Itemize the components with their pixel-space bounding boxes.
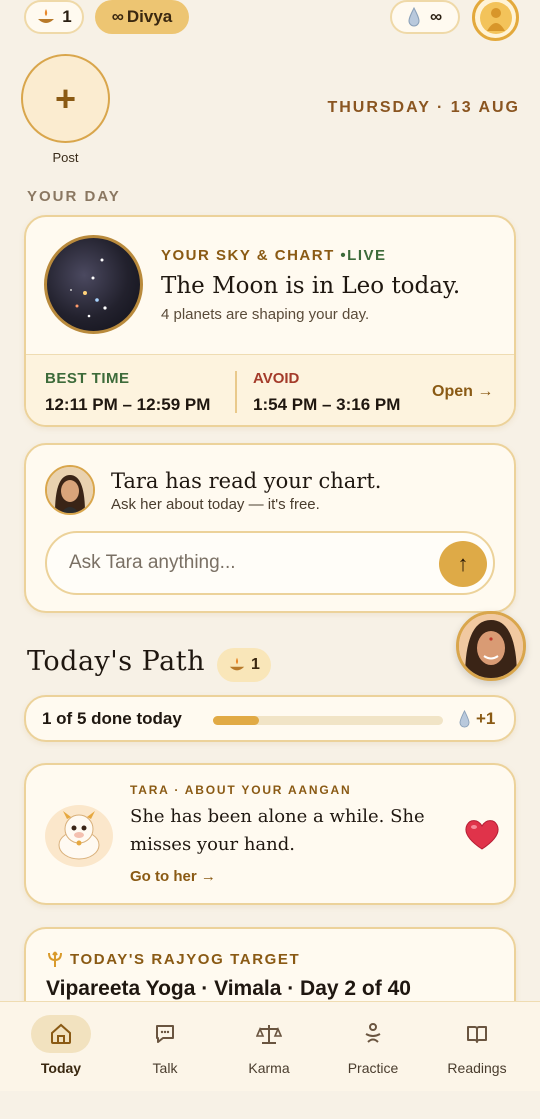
aangan-text: She has been alone a while. She misses y… [130, 806, 425, 855]
trident-icon [48, 951, 62, 967]
rajyog-title: Vipareeta Yoga · Vimala · Day 2 of 40 [46, 977, 411, 1000]
plan-pill[interactable]: ∞ Divya [95, 0, 189, 34]
chat-icon [156, 1025, 174, 1043]
nav-label: Karma [248, 1060, 290, 1076]
home-icon [51, 1023, 71, 1044]
path-diya-badge: 1 [217, 648, 271, 682]
nav-practice[interactable]: Practice [321, 1002, 425, 1092]
progress-label: 1 of 5 done today [42, 709, 182, 728]
tara-subtitle: Ask her about today — it's free. [111, 496, 320, 513]
aangan-card[interactable]: TARA · ABOUT YOUR AANGAN She has been al… [24, 763, 516, 905]
plus-icon: + [54, 77, 77, 119]
nav-readings[interactable]: Readings [425, 1002, 529, 1092]
heart-icon [465, 820, 499, 850]
meditation-icon [365, 1023, 381, 1043]
streak-pill[interactable]: 1 [24, 0, 84, 34]
sky-times-row: BEST TIME 12:11 PM – 12:59 PM AVOID 1:54… [26, 354, 514, 425]
send-button[interactable]: ↑ [439, 541, 487, 587]
nav-today[interactable]: Today [9, 1002, 113, 1092]
plan-label: Divya [126, 7, 173, 26]
progress-fill [213, 716, 259, 725]
tara-floating-avatar[interactable] [456, 611, 526, 681]
nav-label: Readings [447, 1060, 507, 1076]
times-divider [235, 371, 237, 413]
post-button[interactable]: + [21, 54, 110, 143]
gems-pill[interactable]: ∞ [390, 0, 460, 34]
book-icon [467, 1026, 487, 1043]
deity-icon [479, 1, 512, 34]
nav-label: Talk [152, 1060, 178, 1076]
gems-value: ∞ [429, 7, 443, 26]
sky-kicker-text: YOUR SKY & CHART [161, 247, 335, 264]
aangan-kicker: TARA · ABOUT YOUR AANGAN [130, 783, 352, 797]
sky-title: The Moon is in Leo today. [161, 273, 461, 299]
nav-readings-icon-wrap [447, 1015, 507, 1053]
avoid-label: AVOID [253, 370, 300, 387]
nav-today-icon-wrap [31, 1015, 91, 1053]
nav-karma-icon-wrap [239, 1015, 299, 1053]
path-badge-count: 1 [251, 656, 260, 673]
nav-talk-icon-wrap [135, 1015, 195, 1053]
ask-tara-placeholder: Ask Tara anything... [69, 552, 236, 573]
nav-label: Practice [347, 1060, 399, 1076]
go-to-her-link[interactable]: Go to her → [130, 868, 216, 885]
top-bar: 1 ∞ Divya ∞ [0, 0, 540, 41]
arrow-up-icon: ↑ [457, 551, 469, 576]
sky-chart-card[interactable]: YOUR SKY & CHART •LIVE The Moon is in Le… [24, 215, 516, 427]
best-time-value: 12:11 PM – 12:59 PM [45, 395, 211, 414]
system-nav-bar [0, 1091, 540, 1119]
progress-bar [213, 716, 443, 725]
infinity-icon: ∞ [111, 7, 124, 26]
tara-card: Tara has read your chart. Ask her about … [24, 443, 516, 613]
path-progress-card[interactable]: 1 of 5 done today +1 [24, 695, 516, 742]
open-chart-link[interactable]: Open → [432, 383, 493, 401]
nav-label: Today [40, 1060, 82, 1076]
sky-kicker: YOUR SKY & CHART •LIVE [161, 247, 387, 264]
progress-reward: +1 [459, 709, 495, 729]
tara-title: Tara has read your chart. [111, 469, 382, 493]
date-label: THURSDAY · 13 AUG [327, 99, 520, 116]
bottom-nav: Today Talk Karma Practice Readings [0, 1001, 540, 1091]
nav-talk[interactable]: Talk [113, 1002, 217, 1092]
streak-count: 1 [62, 7, 72, 26]
profile-avatar[interactable] [472, 0, 519, 41]
scales-icon [256, 1025, 282, 1044]
todays-path-title: Today's Path [27, 646, 205, 677]
tara-avatar[interactable] [45, 465, 95, 515]
post-label: Post [52, 150, 79, 165]
drop-icon [408, 7, 420, 27]
nav-karma[interactable]: Karma [217, 1002, 321, 1092]
live-badge: •LIVE [340, 247, 387, 264]
reward-value: +1 [476, 709, 496, 728]
nav-practice-icon-wrap [343, 1015, 403, 1053]
calf-icon [45, 805, 113, 867]
sky-orb-image [44, 235, 143, 334]
best-time-label: BEST TIME [45, 370, 130, 387]
ask-tara-input[interactable]: Ask Tara anything... ↑ [45, 531, 495, 595]
section-your-day: YOUR DAY [27, 188, 121, 205]
drop-icon [459, 710, 470, 728]
diya-icon [38, 9, 55, 23]
diya-icon [229, 657, 245, 671]
avoid-value: 1:54 PM – 3:16 PM [253, 395, 401, 414]
rajyog-kicker: TODAY'S RAJYOG TARGET [46, 950, 300, 968]
sky-subtitle: 4 planets are shaping your day. [161, 306, 370, 323]
rajyog-kicker-text: TODAY'S RAJYOG TARGET [70, 950, 301, 968]
